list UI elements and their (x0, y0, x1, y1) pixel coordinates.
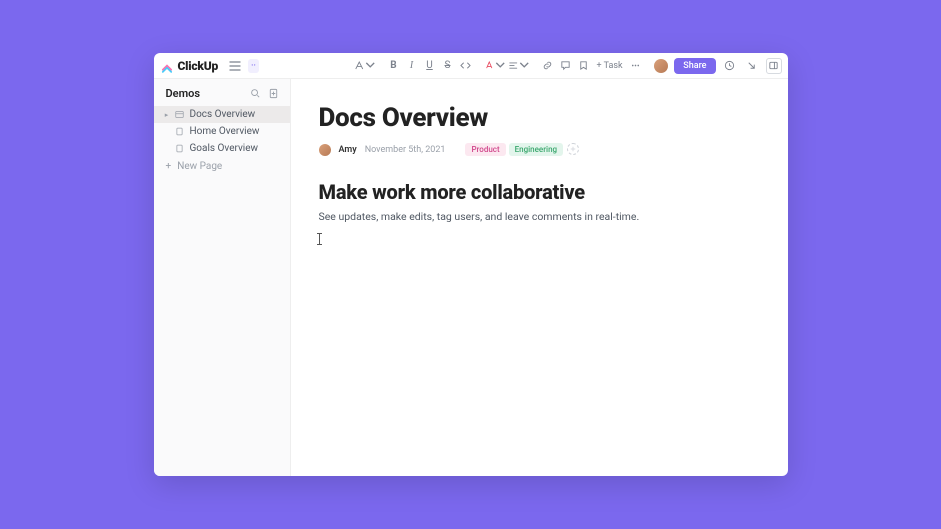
sidebar-item-docs-overview[interactable]: ▸ Docs Overview (154, 106, 290, 123)
page-icon (175, 144, 185, 154)
body-paragraph[interactable]: See updates, make edits, tag users, and … (319, 210, 760, 223)
bold-button[interactable]: B (386, 58, 402, 74)
nav-label: Home Overview (190, 126, 260, 137)
new-page-button[interactable]: + New Page (154, 157, 290, 176)
topbar: ClickUp ·· B I U S (154, 53, 788, 79)
clock-icon[interactable] (722, 58, 738, 74)
tag-product[interactable]: Product (465, 143, 505, 156)
sidebar-title: Demos (166, 87, 201, 100)
meta-row: Amy November 5th, 2021 Product Engineeri… (319, 143, 760, 156)
align-dropdown[interactable] (508, 58, 530, 74)
nav-list: ▸ Docs Overview Home Overview (154, 106, 290, 157)
sidebar-toggle-button[interactable] (226, 57, 244, 75)
plus-icon: + (166, 161, 172, 172)
caret-icon: ▸ (164, 111, 170, 119)
collapse-icon[interactable] (744, 58, 760, 74)
search-icon[interactable] (250, 88, 262, 100)
plus-icon: + (597, 61, 602, 71)
nav-label: Goals Overview (190, 143, 259, 154)
doc-date: November 5th, 2021 (365, 145, 446, 155)
new-page-label: New Page (177, 161, 222, 172)
clickup-logo-icon (160, 59, 174, 73)
text-style-dropdown[interactable] (354, 58, 376, 74)
nav-label: Docs Overview (190, 109, 256, 120)
add-doc-icon[interactable] (268, 88, 280, 100)
comment-button[interactable] (558, 58, 574, 74)
doc-icon (175, 110, 185, 120)
sidebar-header: Demos (154, 79, 290, 106)
sidebar-item-home-overview[interactable]: Home Overview (154, 123, 290, 140)
topbar-right: Share (654, 58, 781, 74)
logo-text: ClickUp (178, 59, 219, 73)
bookmark-button[interactable] (576, 58, 592, 74)
text-color-dropdown[interactable] (484, 58, 506, 74)
sidebar: Demos ▸ Docs Overview (154, 79, 291, 476)
add-task-button[interactable]: + Task (594, 61, 626, 71)
page-title[interactable]: Docs Overview (319, 103, 760, 133)
author-name: Amy (339, 145, 357, 155)
strikethrough-button[interactable]: S (440, 58, 456, 74)
underline-button[interactable]: U (422, 58, 438, 74)
app-window: ClickUp ·· B I U S (154, 53, 788, 476)
editor-toolbar: B I U S (294, 58, 649, 74)
text-cursor (319, 233, 320, 245)
user-avatar[interactable] (654, 59, 668, 73)
code-button[interactable] (458, 58, 474, 74)
document-main[interactable]: Docs Overview Amy November 5th, 2021 Pro… (291, 79, 788, 476)
author-avatar[interactable] (319, 144, 331, 156)
share-button[interactable]: Share (674, 58, 715, 74)
link-button[interactable] (540, 58, 556, 74)
panel-icon[interactable] (766, 58, 782, 74)
tag-engineering[interactable]: Engineering (509, 143, 563, 156)
logo-area: ClickUp ·· (160, 57, 288, 75)
section-heading[interactable]: Make work more collaborative (319, 180, 760, 204)
more-button[interactable] (628, 58, 644, 74)
sidebar-item-goals-overview[interactable]: Goals Overview (154, 140, 290, 157)
italic-button[interactable]: I (404, 58, 420, 74)
tag-list: Product Engineering (465, 143, 579, 156)
page-icon (175, 127, 185, 137)
task-label: Task (604, 61, 623, 71)
add-tag-button[interactable] (567, 143, 579, 155)
mode-chip[interactable]: ·· (248, 59, 259, 73)
body-area: Demos ▸ Docs Overview (154, 79, 788, 476)
